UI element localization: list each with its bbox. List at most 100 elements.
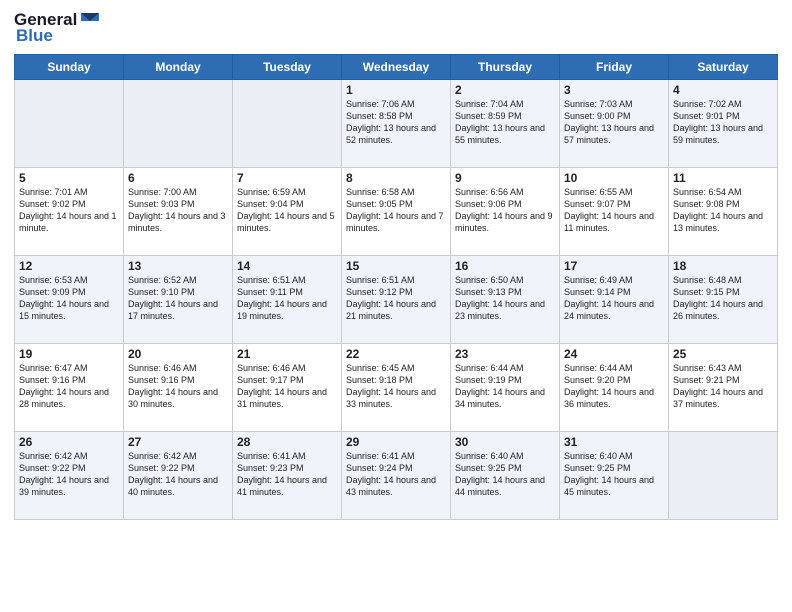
day-info: Sunrise: 6:40 AMSunset: 9:25 PMDaylight:… <box>455 450 555 499</box>
calendar-day-cell: 9Sunrise: 6:56 AMSunset: 9:06 PMDaylight… <box>451 168 560 256</box>
day-number: 18 <box>673 259 773 273</box>
day-number: 5 <box>19 171 119 185</box>
day-info: Sunrise: 6:41 AMSunset: 9:24 PMDaylight:… <box>346 450 446 499</box>
day-number: 22 <box>346 347 446 361</box>
weekday-header-thursday: Thursday <box>451 55 560 80</box>
calendar-week-row: 19Sunrise: 6:47 AMSunset: 9:16 PMDayligh… <box>15 344 778 432</box>
day-info: Sunrise: 6:54 AMSunset: 9:08 PMDaylight:… <box>673 186 773 235</box>
day-number: 1 <box>346 83 446 97</box>
day-info: Sunrise: 6:58 AMSunset: 9:05 PMDaylight:… <box>346 186 446 235</box>
day-number: 27 <box>128 435 228 449</box>
day-number: 10 <box>564 171 664 185</box>
day-info: Sunrise: 7:04 AMSunset: 8:59 PMDaylight:… <box>455 98 555 147</box>
day-info: Sunrise: 6:55 AMSunset: 9:07 PMDaylight:… <box>564 186 664 235</box>
header: General Blue <box>14 10 778 46</box>
day-number: 29 <box>346 435 446 449</box>
day-info: Sunrise: 6:53 AMSunset: 9:09 PMDaylight:… <box>19 274 119 323</box>
calendar-day-cell: 12Sunrise: 6:53 AMSunset: 9:09 PMDayligh… <box>15 256 124 344</box>
day-number: 4 <box>673 83 773 97</box>
day-info: Sunrise: 7:03 AMSunset: 9:00 PMDaylight:… <box>564 98 664 147</box>
calendar-day-cell: 2Sunrise: 7:04 AMSunset: 8:59 PMDaylight… <box>451 80 560 168</box>
calendar-day-cell: 26Sunrise: 6:42 AMSunset: 9:22 PMDayligh… <box>15 432 124 520</box>
day-info: Sunrise: 6:42 AMSunset: 9:22 PMDaylight:… <box>128 450 228 499</box>
calendar-day-cell <box>233 80 342 168</box>
page: General Blue SundayMondayTuesdayWednesda… <box>0 0 792 612</box>
logo-blue: Blue <box>16 26 53 46</box>
day-info: Sunrise: 6:43 AMSunset: 9:21 PMDaylight:… <box>673 362 773 411</box>
day-number: 30 <box>455 435 555 449</box>
day-number: 2 <box>455 83 555 97</box>
calendar-day-cell: 31Sunrise: 6:40 AMSunset: 9:25 PMDayligh… <box>560 432 669 520</box>
calendar-day-cell: 11Sunrise: 6:54 AMSunset: 9:08 PMDayligh… <box>669 168 778 256</box>
weekday-header-sunday: Sunday <box>15 55 124 80</box>
day-number: 14 <box>237 259 337 273</box>
day-info: Sunrise: 6:45 AMSunset: 9:18 PMDaylight:… <box>346 362 446 411</box>
calendar-day-cell: 21Sunrise: 6:46 AMSunset: 9:17 PMDayligh… <box>233 344 342 432</box>
day-number: 23 <box>455 347 555 361</box>
day-info: Sunrise: 6:46 AMSunset: 9:17 PMDaylight:… <box>237 362 337 411</box>
day-info: Sunrise: 6:59 AMSunset: 9:04 PMDaylight:… <box>237 186 337 235</box>
calendar-day-cell: 4Sunrise: 7:02 AMSunset: 9:01 PMDaylight… <box>669 80 778 168</box>
calendar-day-cell: 17Sunrise: 6:49 AMSunset: 9:14 PMDayligh… <box>560 256 669 344</box>
day-number: 13 <box>128 259 228 273</box>
calendar-day-cell: 29Sunrise: 6:41 AMSunset: 9:24 PMDayligh… <box>342 432 451 520</box>
calendar-week-row: 26Sunrise: 6:42 AMSunset: 9:22 PMDayligh… <box>15 432 778 520</box>
calendar-day-cell: 24Sunrise: 6:44 AMSunset: 9:20 PMDayligh… <box>560 344 669 432</box>
day-info: Sunrise: 6:50 AMSunset: 9:13 PMDaylight:… <box>455 274 555 323</box>
day-number: 17 <box>564 259 664 273</box>
calendar-day-cell: 20Sunrise: 6:46 AMSunset: 9:16 PMDayligh… <box>124 344 233 432</box>
calendar-day-cell: 16Sunrise: 6:50 AMSunset: 9:13 PMDayligh… <box>451 256 560 344</box>
day-info: Sunrise: 6:49 AMSunset: 9:14 PMDaylight:… <box>564 274 664 323</box>
weekday-header-tuesday: Tuesday <box>233 55 342 80</box>
weekday-header-friday: Friday <box>560 55 669 80</box>
calendar-day-cell: 7Sunrise: 6:59 AMSunset: 9:04 PMDaylight… <box>233 168 342 256</box>
day-number: 6 <box>128 171 228 185</box>
calendar-day-cell: 10Sunrise: 6:55 AMSunset: 9:07 PMDayligh… <box>560 168 669 256</box>
calendar-day-cell: 15Sunrise: 6:51 AMSunset: 9:12 PMDayligh… <box>342 256 451 344</box>
day-number: 11 <box>673 171 773 185</box>
day-info: Sunrise: 7:06 AMSunset: 8:58 PMDaylight:… <box>346 98 446 147</box>
calendar-table: SundayMondayTuesdayWednesdayThursdayFrid… <box>14 54 778 520</box>
logo-flag-icon <box>79 11 101 29</box>
calendar-day-cell: 14Sunrise: 6:51 AMSunset: 9:11 PMDayligh… <box>233 256 342 344</box>
day-number: 20 <box>128 347 228 361</box>
calendar-day-cell: 23Sunrise: 6:44 AMSunset: 9:19 PMDayligh… <box>451 344 560 432</box>
day-number: 24 <box>564 347 664 361</box>
calendar-day-cell: 22Sunrise: 6:45 AMSunset: 9:18 PMDayligh… <box>342 344 451 432</box>
day-info: Sunrise: 6:41 AMSunset: 9:23 PMDaylight:… <box>237 450 337 499</box>
day-info: Sunrise: 6:51 AMSunset: 9:12 PMDaylight:… <box>346 274 446 323</box>
day-number: 9 <box>455 171 555 185</box>
weekday-header-wednesday: Wednesday <box>342 55 451 80</box>
calendar-week-row: 12Sunrise: 6:53 AMSunset: 9:09 PMDayligh… <box>15 256 778 344</box>
day-info: Sunrise: 6:51 AMSunset: 9:11 PMDaylight:… <box>237 274 337 323</box>
day-info: Sunrise: 7:00 AMSunset: 9:03 PMDaylight:… <box>128 186 228 235</box>
calendar-day-cell: 28Sunrise: 6:41 AMSunset: 9:23 PMDayligh… <box>233 432 342 520</box>
calendar-week-row: 5Sunrise: 7:01 AMSunset: 9:02 PMDaylight… <box>15 168 778 256</box>
calendar-week-row: 1Sunrise: 7:06 AMSunset: 8:58 PMDaylight… <box>15 80 778 168</box>
day-info: Sunrise: 6:47 AMSunset: 9:16 PMDaylight:… <box>19 362 119 411</box>
day-info: Sunrise: 6:42 AMSunset: 9:22 PMDaylight:… <box>19 450 119 499</box>
day-number: 25 <box>673 347 773 361</box>
day-info: Sunrise: 6:40 AMSunset: 9:25 PMDaylight:… <box>564 450 664 499</box>
calendar-day-cell <box>15 80 124 168</box>
day-number: 28 <box>237 435 337 449</box>
day-info: Sunrise: 6:56 AMSunset: 9:06 PMDaylight:… <box>455 186 555 235</box>
weekday-header-saturday: Saturday <box>669 55 778 80</box>
day-number: 31 <box>564 435 664 449</box>
day-info: Sunrise: 6:44 AMSunset: 9:19 PMDaylight:… <box>455 362 555 411</box>
day-number: 3 <box>564 83 664 97</box>
weekday-header-row: SundayMondayTuesdayWednesdayThursdayFrid… <box>15 55 778 80</box>
calendar-day-cell: 1Sunrise: 7:06 AMSunset: 8:58 PMDaylight… <box>342 80 451 168</box>
day-info: Sunrise: 6:52 AMSunset: 9:10 PMDaylight:… <box>128 274 228 323</box>
day-info: Sunrise: 7:02 AMSunset: 9:01 PMDaylight:… <box>673 98 773 147</box>
day-number: 21 <box>237 347 337 361</box>
calendar-day-cell <box>124 80 233 168</box>
logo: General Blue <box>14 10 101 46</box>
calendar-day-cell: 25Sunrise: 6:43 AMSunset: 9:21 PMDayligh… <box>669 344 778 432</box>
calendar-day-cell: 13Sunrise: 6:52 AMSunset: 9:10 PMDayligh… <box>124 256 233 344</box>
calendar-day-cell: 8Sunrise: 6:58 AMSunset: 9:05 PMDaylight… <box>342 168 451 256</box>
weekday-header-monday: Monday <box>124 55 233 80</box>
day-number: 16 <box>455 259 555 273</box>
calendar-day-cell: 5Sunrise: 7:01 AMSunset: 9:02 PMDaylight… <box>15 168 124 256</box>
day-info: Sunrise: 6:48 AMSunset: 9:15 PMDaylight:… <box>673 274 773 323</box>
